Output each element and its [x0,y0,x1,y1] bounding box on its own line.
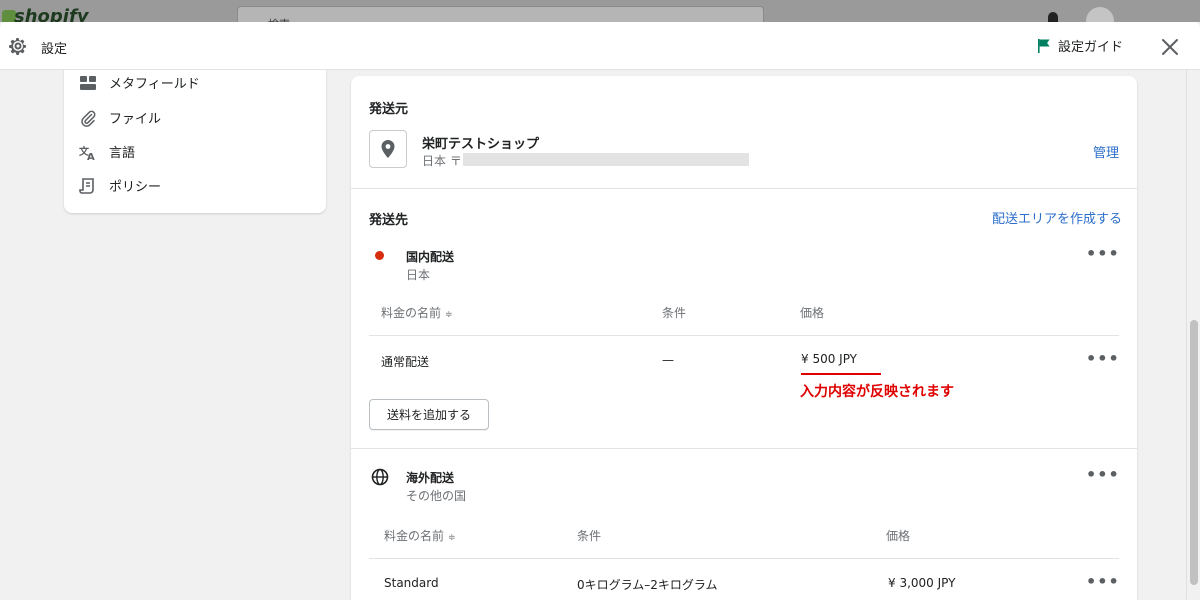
sort-icon: ≑ [448,533,456,543]
domestic-zone-countries: 日本 [406,268,431,282]
sidebar-item-label: ポリシー [109,180,162,195]
add-rate-button[interactable]: 送料を追加する [369,399,489,430]
location-pin-icon [381,140,395,158]
settings-sidebar: メタフィールド ファイル 文 A 言語 ポリシー [64,70,326,213]
domestic-flag-icon [375,251,384,260]
column-header-rate-name[interactable]: 料金の名前 ≑ [384,527,456,544]
row-divider [369,558,1119,559]
redacted-address [463,153,749,166]
flag-icon [1038,38,1050,53]
location-pin-box [369,130,407,168]
sidebar-item-label: メタフィールド [109,77,200,92]
shop-address: 日本 〒 [422,154,462,168]
translate-icon: 文 A [79,145,95,161]
sidebar-item-metafields[interactable]: メタフィールド [79,73,200,92]
rate-name: Standard [384,576,439,590]
shop-name: 栄町テストショップ [422,137,540,152]
paperclip-icon [81,110,96,127]
sidebar-item-files[interactable]: ファイル [79,108,161,127]
international-zone-countries: その他の国 [406,489,467,503]
row-divider [369,335,1119,336]
column-header-label: 料金の名前 [381,306,442,320]
page-title: 設定 [41,42,68,57]
rate-condition: 0キログラム–2キログラム [577,578,718,592]
ships-to-title: 発送先 [369,213,409,228]
svg-text:A: A [87,152,95,161]
sidebar-item-label: 言語 [109,146,136,161]
column-header-label: 料金の名前 [384,529,445,543]
rate-more-actions-icon[interactable]: ••• [1086,572,1120,591]
scrollbar[interactable] [1186,70,1200,600]
domestic-more-actions-icon[interactable]: ••• [1086,244,1120,263]
scrollbar-thumb[interactable] [1190,320,1198,585]
sidebar-item-label: ファイル [109,112,162,127]
rate-more-actions-icon[interactable]: ••• [1086,349,1120,368]
settings-header: 設定 設定ガイド [0,22,1200,70]
globe-icon [371,468,389,486]
ships-from-title: 発送元 [369,102,409,117]
shipping-profile-card: 発送元 栄町テストショップ 日本 〒 管理 発送先 配送エリアを作成する 国内配… [351,76,1137,600]
settings-content: メタフィールド ファイル 文 A 言語 ポリシー 発送元 栄町テストショップ 日… [0,70,1186,600]
app-topbar-background: shopify 検索 [0,0,1200,22]
metafields-icon [80,75,96,90]
shopify-logo: shopify [14,6,89,22]
domestic-zone-name: 国内配送 [406,250,455,264]
section-divider [351,448,1137,449]
rate-price: ¥ 500 JPY [801,352,858,366]
international-more-actions-icon[interactable]: ••• [1086,465,1120,484]
create-zone-link[interactable]: 配送エリアを作成する [992,208,1122,227]
setup-guide-label: 設定ガイド [1058,40,1124,55]
annotation-underline [801,373,881,375]
notification-bell-icon [1048,12,1058,22]
international-zone-name: 海外配送 [406,471,455,485]
policy-icon [79,177,94,194]
annotation-text: 入力内容が反映されます [800,384,954,400]
column-header-price: 価格 [800,306,825,320]
sort-icon: ≑ [445,310,453,320]
column-header-condition: 条件 [577,529,602,543]
section-divider [351,188,1137,189]
avatar [1086,7,1114,22]
rate-condition: — [662,353,674,367]
close-icon[interactable] [1159,36,1181,58]
manage-link[interactable]: 管理 [1093,142,1119,161]
global-search-input: 検索 [237,6,764,22]
column-header-condition: 条件 [662,306,687,320]
setup-guide-button[interactable]: 設定ガイド [1036,36,1123,55]
rate-price: ¥ 3,000 JPY [888,576,956,590]
rate-name: 通常配送 [381,355,430,369]
column-header-price: 価格 [886,529,911,543]
sidebar-item-languages[interactable]: 文 A 言語 [79,142,136,162]
gear-icon [9,38,26,55]
sidebar-item-policies[interactable]: ポリシー [79,176,161,195]
column-header-rate-name[interactable]: 料金の名前 ≑ [381,304,453,321]
